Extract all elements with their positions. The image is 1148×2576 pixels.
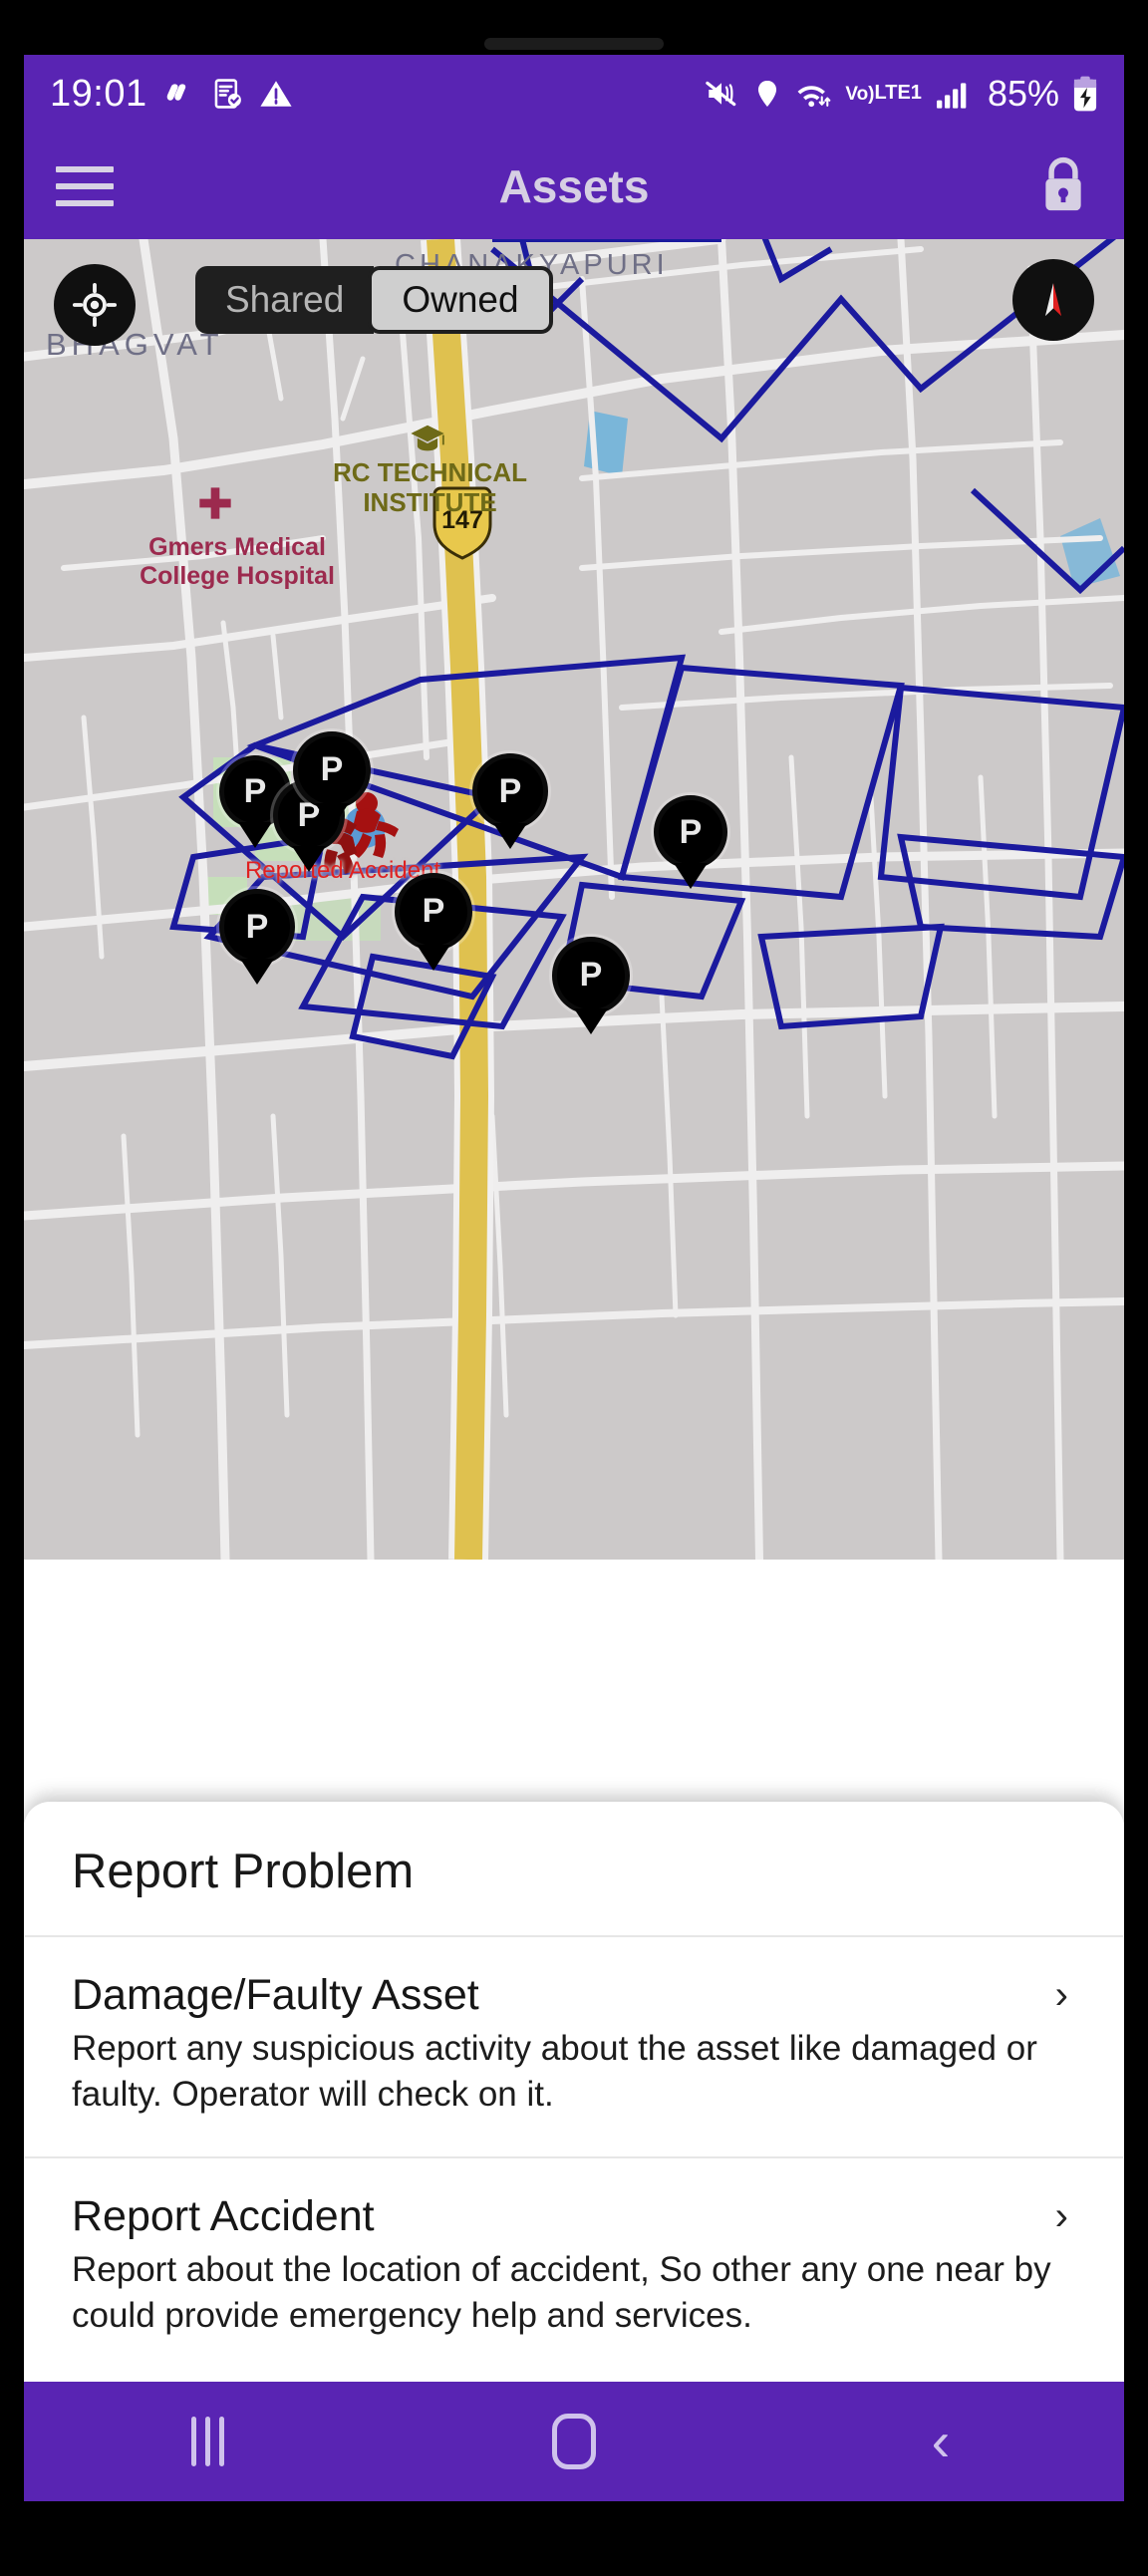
status-bar: 19:01 Vo) LTE1 85%: [24, 55, 1124, 133]
app-bar: Assets: [24, 133, 1124, 239]
phone-frame: 19:01 Vo) LTE1 85% Assets 147 BHAGVAT CH…: [0, 0, 1148, 2576]
tab-shared[interactable]: Shared: [195, 266, 375, 334]
system-navigation-bar: ‹: [24, 2382, 1124, 2501]
map-view[interactable]: 147 BHAGVAT CHANAKYAPURI Gmers Medical C…: [24, 239, 1124, 1560]
report-item-title: Damage/Faulty Asset: [72, 1970, 479, 2019]
volte-top-label: Vo): [845, 83, 875, 105]
chevron-right-icon[interactable]: ›: [1055, 1975, 1076, 2015]
parking-marker-letter: P: [219, 889, 295, 965]
svg-text:147: 147: [441, 506, 483, 534]
device-screen: 19:01 Vo) LTE1 85% Assets 147 BHAGVAT CH…: [24, 55, 1124, 2501]
parking-marker-letter: P: [472, 753, 548, 829]
parking-marker[interactable]: P: [472, 753, 548, 853]
recents-icon[interactable]: [138, 2382, 277, 2501]
report-item-title: Report Accident: [72, 2191, 375, 2240]
report-item-description: Report any suspicious activity about the…: [72, 2028, 1037, 2115]
warning-triangle-icon: [259, 77, 293, 111]
parking-marker-letter: P: [654, 795, 727, 870]
volte-icon: Vo) LTE1: [845, 82, 922, 105]
note-check-icon: [211, 77, 245, 111]
status-time: 19:01: [50, 72, 147, 115]
hamburger-menu-icon[interactable]: [56, 157, 114, 215]
parking-marker[interactable]: P: [552, 937, 630, 1038]
parking-marker-letter: P: [395, 873, 472, 951]
speaker-grill: [484, 38, 664, 50]
parking-marker[interactable]: P: [293, 731, 371, 833]
shared-owned-toggle[interactable]: Shared Owned: [195, 266, 553, 334]
battery-percent-label: 85%: [987, 73, 1059, 114]
report-item-description: Report about the location of accident, S…: [72, 2249, 1051, 2336]
parking-marker-letter: P: [293, 731, 371, 809]
report-problem-sheet: Report Problem Damage/Faulty Asset › Rep…: [24, 1801, 1124, 2382]
report-item-report-accident[interactable]: Report Accident › Report about the locat…: [24, 2158, 1124, 2378]
compass-icon[interactable]: [1012, 259, 1094, 341]
parking-marker[interactable]: P: [219, 889, 295, 989]
app-badge-icon: [161, 76, 197, 112]
back-icon[interactable]: ‹: [871, 2382, 1010, 2501]
volte-bottom-label: LTE1: [874, 82, 922, 104]
my-location-icon[interactable]: [54, 264, 136, 346]
location-pin-icon: [751, 78, 783, 110]
report-item-damage-faulty-asset[interactable]: Damage/Faulty Asset › Report any suspici…: [24, 1937, 1124, 2156]
tab-owned[interactable]: Owned: [368, 266, 553, 334]
home-icon[interactable]: [504, 2382, 644, 2501]
parking-marker[interactable]: P: [395, 873, 472, 975]
signal-bars-icon: [935, 78, 971, 110]
mute-vibrate-icon: [705, 77, 738, 111]
page-title: Assets: [498, 159, 650, 212]
lock-icon[interactable]: [1034, 152, 1092, 219]
battery-charging-icon: [1072, 75, 1098, 113]
wifi-data-icon: [796, 77, 832, 111]
parking-marker[interactable]: P: [654, 795, 727, 893]
chevron-right-icon[interactable]: ›: [1055, 2196, 1076, 2236]
map-canvas: 147: [24, 239, 1124, 1560]
parking-marker-letter: P: [552, 937, 630, 1014]
sheet-title: Report Problem: [72, 1844, 415, 1898]
